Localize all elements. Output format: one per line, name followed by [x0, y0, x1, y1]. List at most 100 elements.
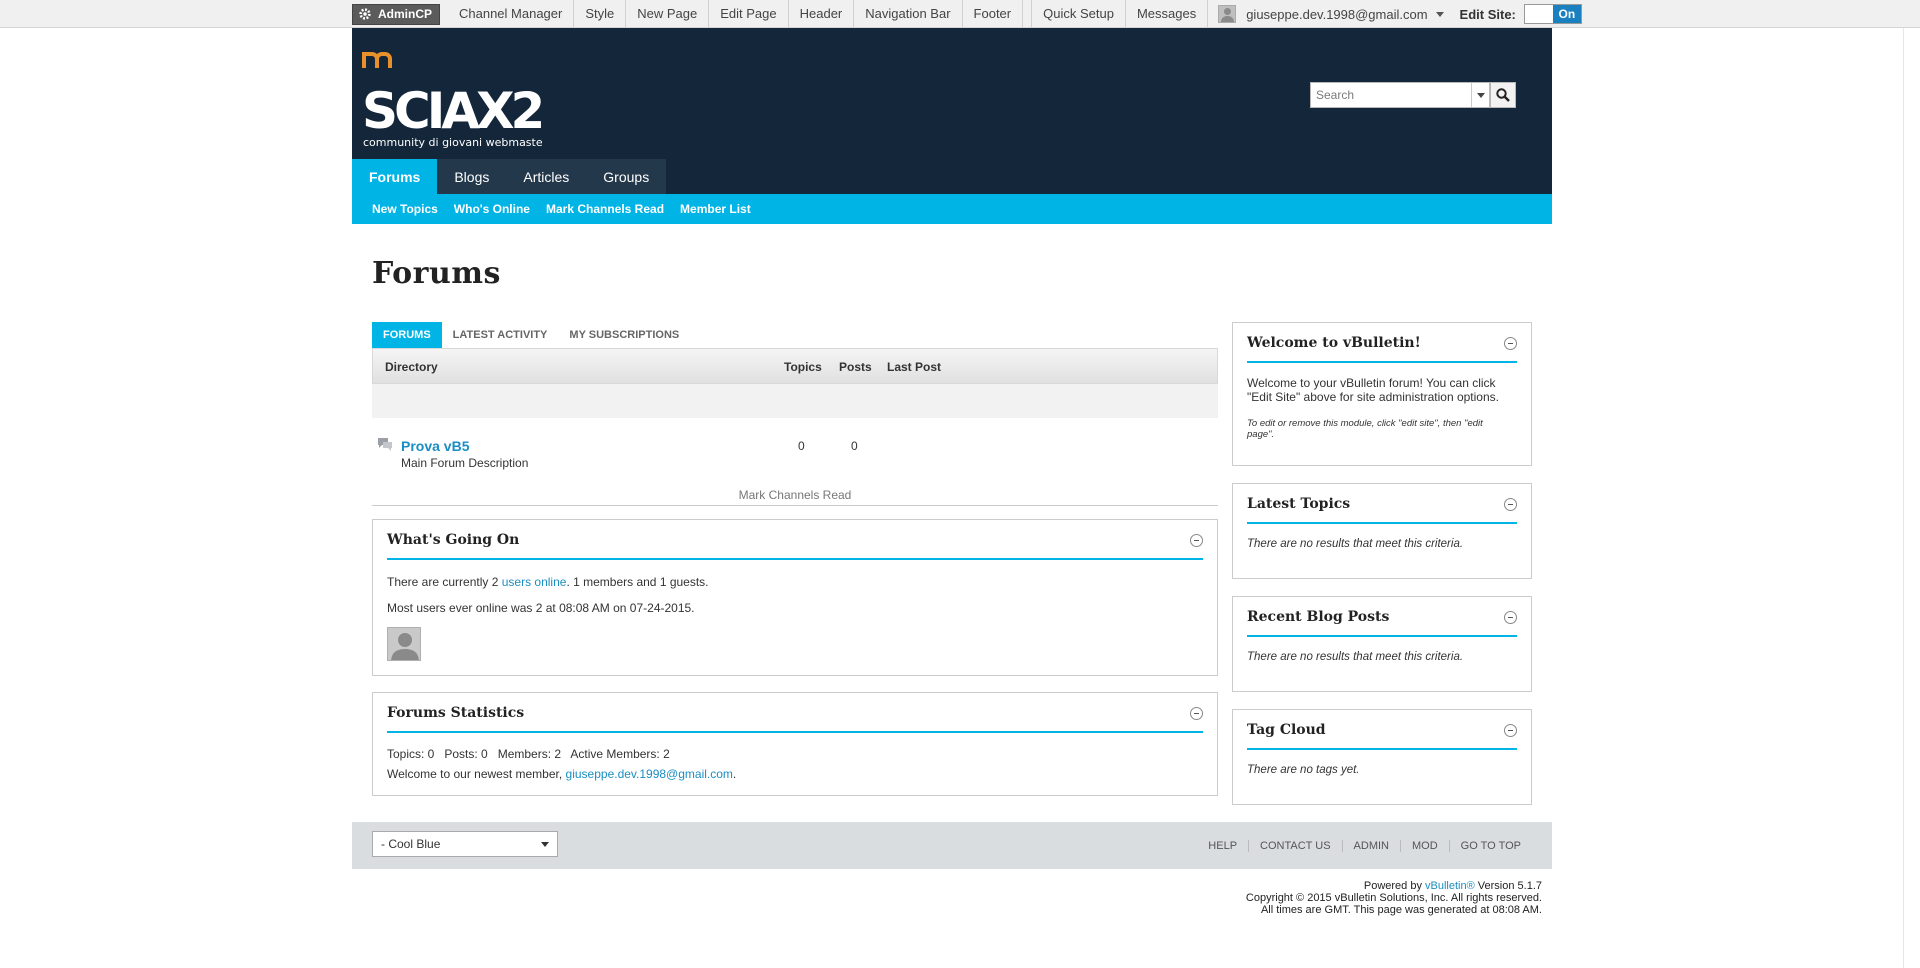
chevron-down-icon [541, 842, 549, 847]
footer-links: HELP CONTACT US ADMIN MOD GO TO TOP [1197, 822, 1532, 869]
admin-style[interactable]: Style [574, 0, 627, 28]
subnav-member-list[interactable]: Member List [672, 202, 759, 216]
admin-footer[interactable]: Footer [963, 0, 1024, 28]
widget-divider [1247, 635, 1517, 637]
admin-new-page[interactable]: New Page [626, 0, 710, 28]
mark-channels-read-link[interactable]: Mark Channels Read [372, 488, 1218, 502]
admin-messages[interactable]: Messages [1126, 0, 1209, 28]
admin-edit-page[interactable]: Edit Page [709, 0, 789, 28]
widget-title: What's Going On [387, 532, 520, 548]
admin-navigation-bar[interactable]: Navigation Bar [854, 0, 963, 28]
recent-blog-posts-widget: Recent Blog Posts There are no results t… [1232, 596, 1532, 692]
widget-divider [1247, 522, 1517, 524]
footer-bar: - Cool Blue HELP CONTACT US ADMIN MOD GO… [352, 822, 1552, 869]
search-box [1310, 82, 1490, 108]
footer-mod-link[interactable]: MOD [1400, 839, 1449, 852]
collapse-icon[interactable] [1190, 534, 1203, 547]
user-menu[interactable]: giuseppe.dev.1998@gmail.com [1208, 0, 1453, 28]
newest-member-text: Welcome to our newest member, giuseppe.d… [387, 767, 736, 781]
search-options-dropdown[interactable] [1471, 83, 1489, 107]
collapse-icon[interactable] [1504, 724, 1517, 737]
mark-read-row: Mark Channels Read [372, 470, 1218, 506]
search-icon [1496, 88, 1510, 102]
no-tags-text: There are no tags yet. [1247, 764, 1360, 776]
welcome-widget: Welcome to vBulletin! Welcome to your vB… [1232, 322, 1532, 466]
collapse-icon[interactable] [1504, 337, 1517, 350]
tab-blogs[interactable]: Blogs [437, 159, 506, 194]
directory-category-bar [372, 384, 1218, 418]
toggle-on-label: On [1552, 5, 1581, 23]
forums-statistics-widget: Forums Statistics Topics: 0 Posts: 0 Mem… [372, 692, 1218, 796]
col-last-post: Last Post [887, 360, 942, 374]
forum-icon [378, 438, 392, 451]
main-tabs: Forums Blogs Articles Groups [352, 159, 667, 194]
tab-my-subscriptions[interactable]: MY SUBSCRIPTIONS [558, 322, 690, 348]
page-scrollbar-edge [1903, 28, 1904, 968]
forum-directory-section: FORUMS LATEST ACTIVITY MY SUBSCRIPTIONS … [372, 322, 1218, 506]
admin-bar: AdminCP Channel Manager Style New Page E… [0, 0, 1920, 28]
widget-title: Latest Topics [1247, 496, 1351, 512]
chevron-down-icon [1435, 11, 1444, 17]
widget-title: Recent Blog Posts [1247, 609, 1390, 625]
admin-quick-setup[interactable]: Quick Setup [1031, 0, 1126, 28]
widget-title: Forums Statistics [387, 705, 525, 721]
logo-text: SCIAX2 [362, 82, 542, 140]
tab-articles[interactable]: Articles [506, 159, 586, 194]
chevron-down-icon [1476, 92, 1485, 98]
welcome-note-1: To edit or remove this module, click "ed… [1247, 418, 1483, 429]
footer-go-to-top-link[interactable]: GO TO TOP [1448, 839, 1532, 852]
page-title: Forums [372, 256, 501, 291]
powered-suffix: Version 5.1.7 [1474, 880, 1542, 892]
no-results-text: There are no results that meet this crit… [1247, 538, 1464, 550]
forum-name-link[interactable]: Prova vB5 [401, 438, 469, 454]
widget-divider [1247, 748, 1517, 750]
collapse-icon[interactable] [1504, 498, 1517, 511]
col-posts: Posts [839, 360, 872, 374]
edit-site-toggle[interactable]: On [1523, 4, 1582, 24]
tag-cloud-widget: Tag Cloud There are no tags yet. [1232, 709, 1532, 805]
logo-tagline: community di giovani webmaster [363, 136, 542, 149]
copyright-line: Copyright © 2015 vBulletin Solutions, In… [1245, 892, 1542, 904]
tab-forums[interactable]: Forums [352, 159, 438, 194]
newest-suffix: . [732, 767, 737, 781]
gear-icon [359, 8, 371, 20]
style-chooser-value: - Cool Blue [381, 837, 441, 851]
user-avatar [1218, 5, 1237, 23]
newest-prefix: Welcome to our newest member, [387, 767, 566, 781]
users-online-link[interactable]: users online [502, 575, 567, 589]
widget-divider [387, 558, 1203, 560]
footer-admin-link[interactable]: ADMIN [1341, 839, 1400, 852]
site-header: SCIAX2 community di giovani webmaster Fo… [352, 28, 1552, 194]
admincp-button[interactable]: AdminCP [352, 3, 440, 25]
style-chooser-select[interactable]: - Cool Blue [372, 831, 558, 857]
search-input[interactable] [1311, 83, 1471, 107]
online-suffix: . 1 members and 1 guests. [566, 575, 709, 589]
tab-groups[interactable]: Groups [586, 159, 666, 194]
newest-member-link[interactable]: giuseppe.dev.1998@gmail.com [566, 767, 733, 781]
vbulletin-link[interactable]: vBulletin® [1425, 880, 1475, 892]
subnav-mark-channels-read[interactable]: Mark Channels Read [538, 202, 672, 216]
collapse-icon[interactable] [1504, 611, 1517, 624]
tab-latest-activity[interactable]: LATEST ACTIVITY [442, 322, 559, 348]
collapse-icon[interactable] [1190, 707, 1203, 720]
footer-contact-link[interactable]: CONTACT US [1248, 839, 1342, 852]
site-logo[interactable]: SCIAX2 community di giovani webmaster [362, 48, 542, 158]
admincp-label: AdminCP [378, 7, 432, 21]
online-user-avatar[interactable] [387, 627, 421, 661]
col-topics: Topics [784, 360, 822, 374]
search-button[interactable] [1490, 82, 1516, 108]
admin-header[interactable]: Header [789, 0, 855, 28]
sub-navigation: New Topics Who's Online Mark Channels Re… [352, 194, 1552, 224]
widget-divider [1247, 361, 1517, 363]
widget-title: Welcome to vBulletin! [1247, 335, 1421, 351]
stats-text: Topics: 0 Posts: 0 Members: 2 Active Mem… [387, 747, 670, 761]
subnav-whos-online[interactable]: Who's Online [446, 202, 538, 216]
footer-help-link[interactable]: HELP [1197, 840, 1248, 852]
forum-row: Prova vB5 Main Forum Description 0 0 [372, 418, 1218, 470]
toggle-off-half [1524, 5, 1553, 23]
tab-forums-list[interactable]: FORUMS [372, 322, 442, 348]
welcome-note-2: page". [1247, 429, 1275, 440]
no-results-text: There are no results that meet this crit… [1247, 651, 1464, 663]
subnav-new-topics[interactable]: New Topics [364, 202, 446, 216]
admin-channel-manager[interactable]: Channel Manager [448, 0, 575, 28]
